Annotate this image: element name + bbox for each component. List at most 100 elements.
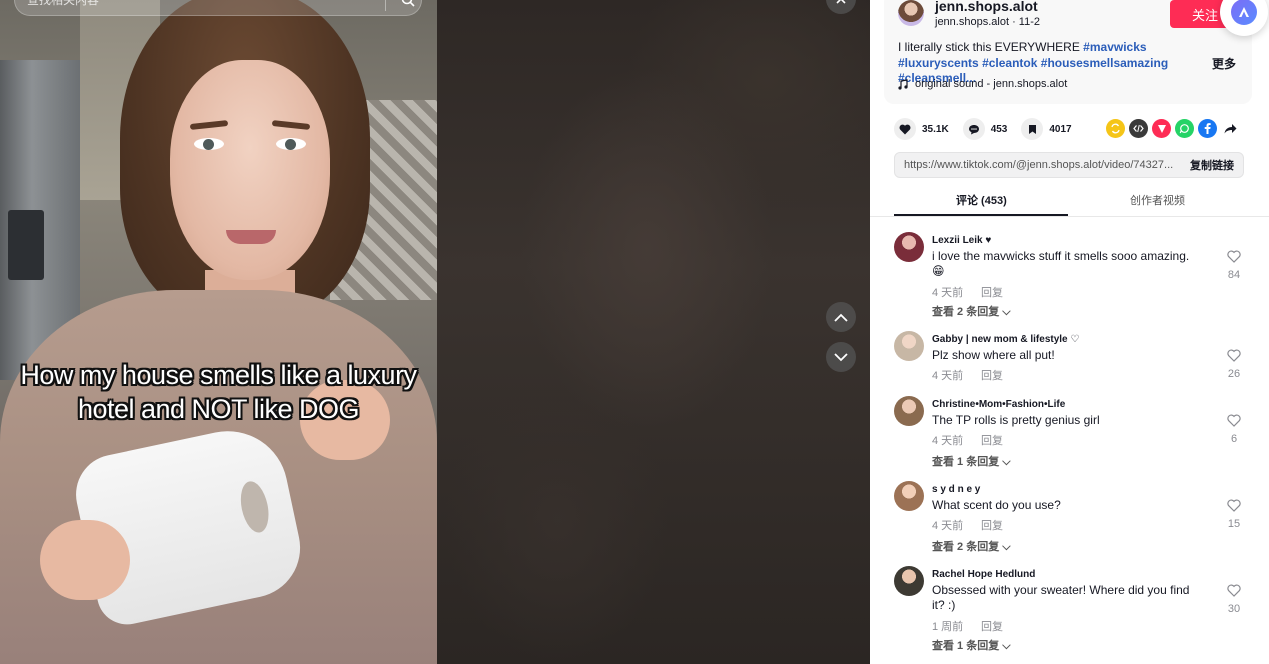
engagement-bar: 35.1K 453 4017 [894,118,1086,140]
video-blur-background [437,0,870,664]
comment-time: 4 天前 [932,520,964,532]
search-input[interactable] [27,0,377,15]
post-date: 11-2 [1018,16,1040,28]
author-subline: jenn.shops.alot · 11-2 [935,16,1040,28]
hashtag-link[interactable]: #mavwicks [1083,40,1146,54]
share-bar [1106,119,1240,138]
bookmark-icon [1021,118,1044,140]
comment-time: 4 天前 [932,287,964,299]
panel-tabs: 评论 (453) 创作者视频 [894,186,1244,216]
comment-like-count: 6 [1230,433,1238,445]
comment-like-count: 84 [1227,269,1241,281]
comment-count: 453 [990,123,1008,135]
heart-outline-icon [1227,250,1241,263]
chevron-up-icon [834,313,848,322]
reply-button[interactable]: 回复 [981,284,1003,300]
save-button[interactable]: 4017 [1021,118,1072,140]
comment-text: Plz show where all put! [932,348,1055,362]
comment-text: i love the mavwicks stuff it smells sooo… [932,249,1190,278]
expand-caption-button[interactable]: 更多 [1212,55,1236,72]
comment-like-count: 15 [1227,518,1241,530]
view-replies-button[interactable]: 查看 1 条回复 ⌵ [932,637,1011,653]
commenter-avatar[interactable] [894,331,924,361]
comment-like-button[interactable]: 15 [1222,499,1246,530]
commenter-avatar[interactable] [894,481,924,511]
author-username[interactable]: jenn.shops.alot [935,0,1038,14]
share-link-url[interactable]: https://www.tiktok.com/@jenn.shops.alot/… [904,159,1179,171]
comment-button[interactable]: 453 [962,118,1008,140]
video-player[interactable]: How my house smells like a luxury hotel … [0,0,437,664]
assistant-icon [1231,0,1257,25]
author-handle[interactable]: jenn.shops.alot [935,16,1009,28]
description-card: jenn.shops.alot jenn.shops.alot · 11-2 关… [884,0,1252,104]
whatsapp-icon[interactable] [1175,119,1194,138]
comment-like-button[interactable]: 6 [1222,414,1246,445]
search-bar[interactable] [14,0,422,16]
share-link-box: https://www.tiktok.com/@jenn.shops.alot/… [894,152,1244,178]
share-arrow-icon[interactable] [1221,119,1240,138]
comment-text: Obsessed with your sweater! Where did yo… [932,583,1190,612]
close-icon [836,0,846,4]
comment-time: 1 周前 [932,621,964,633]
save-count: 4017 [1049,123,1072,135]
next-video-button[interactable] [826,342,856,372]
comment-text: The TP rolls is pretty genius girl [932,413,1100,427]
music-note-icon [898,78,908,90]
author-avatar[interactable] [898,0,924,26]
heart-icon [894,118,916,140]
search-button[interactable] [395,0,421,13]
reply-button[interactable]: 回复 [981,618,1003,634]
search-icon [401,0,415,7]
comment-like-count: 30 [1227,603,1241,615]
video-overlay-text: How my house smells like a luxury hotel … [20,360,417,424]
subline-separator: · [1012,16,1019,28]
comment-like-button[interactable]: 30 [1222,584,1246,615]
commenter-name[interactable]: Gabby | new mom & lifestyle ♡ [932,334,1079,345]
sound-link[interactable]: original sound - jenn.shops.alot [898,78,1067,90]
like-button[interactable]: 35.1K [894,118,949,140]
heart-outline-icon [1227,414,1241,427]
tab-comments[interactable]: 评论 (453) [956,192,1007,208]
comment-like-button[interactable]: 26 [1222,349,1246,380]
send-to-friends-icon[interactable] [1152,119,1171,138]
view-replies-button[interactable]: 查看 2 条回复 ⌵ [932,303,1011,319]
tab-creator-videos[interactable]: 创作者视频 [1130,192,1185,208]
commenter-name[interactable]: Christine•Mom•Fashion•Life [932,399,1065,410]
sound-label: original sound - jenn.shops.alot [915,78,1068,90]
reply-button[interactable]: 回复 [981,432,1003,448]
details-panel: jenn.shops.alot jenn.shops.alot · 11-2 关… [870,0,1269,664]
reply-button[interactable]: 回复 [981,367,1003,383]
heart-outline-icon [1227,499,1241,512]
chevron-down-icon [834,352,848,361]
repost-icon[interactable] [1106,119,1125,138]
tabs-divider [870,216,1269,217]
reply-button[interactable]: 回复 [981,517,1003,533]
previous-video-button[interactable] [826,302,856,332]
caption-text: I literally stick this EVERYWHERE [898,40,1080,54]
commenter-name[interactable]: Rachel Hope Hedlund [932,569,1035,580]
hashtag-link[interactable]: #cleantok [982,56,1037,70]
video-scene-hand-left [40,520,130,600]
commenter-name[interactable]: s y d n e y [932,484,980,495]
view-replies-button[interactable]: 查看 2 条回复 ⌵ [932,538,1011,554]
heart-outline-icon [1227,584,1241,597]
comment-text: What scent do you use? [932,498,1061,512]
hashtag-link[interactable]: #housesmellsamazing [1041,56,1168,70]
search-divider [385,0,386,11]
video-stage: How my house smells like a luxury hotel … [0,0,870,664]
comment-like-button[interactable]: 84 [1222,250,1246,281]
like-count: 35.1K [922,123,949,135]
copy-link-button[interactable]: 复制链接 [1180,153,1244,177]
commenter-avatar[interactable] [894,396,924,426]
view-replies-button[interactable]: 查看 1 条回复 ⌵ [932,453,1011,469]
facebook-icon[interactable] [1198,119,1217,138]
commenter-avatar[interactable] [894,566,924,596]
video-scene-face [170,60,330,280]
embed-icon[interactable] [1129,119,1148,138]
comment-icon [962,118,985,140]
comment-time: 4 天前 [932,370,964,382]
comment-time: 4 天前 [932,435,964,447]
commenter-name[interactable]: Lexzii Leik ♥ [932,235,991,246]
hashtag-link[interactable]: #luxuryscents [898,56,979,70]
commenter-avatar[interactable] [894,232,924,262]
